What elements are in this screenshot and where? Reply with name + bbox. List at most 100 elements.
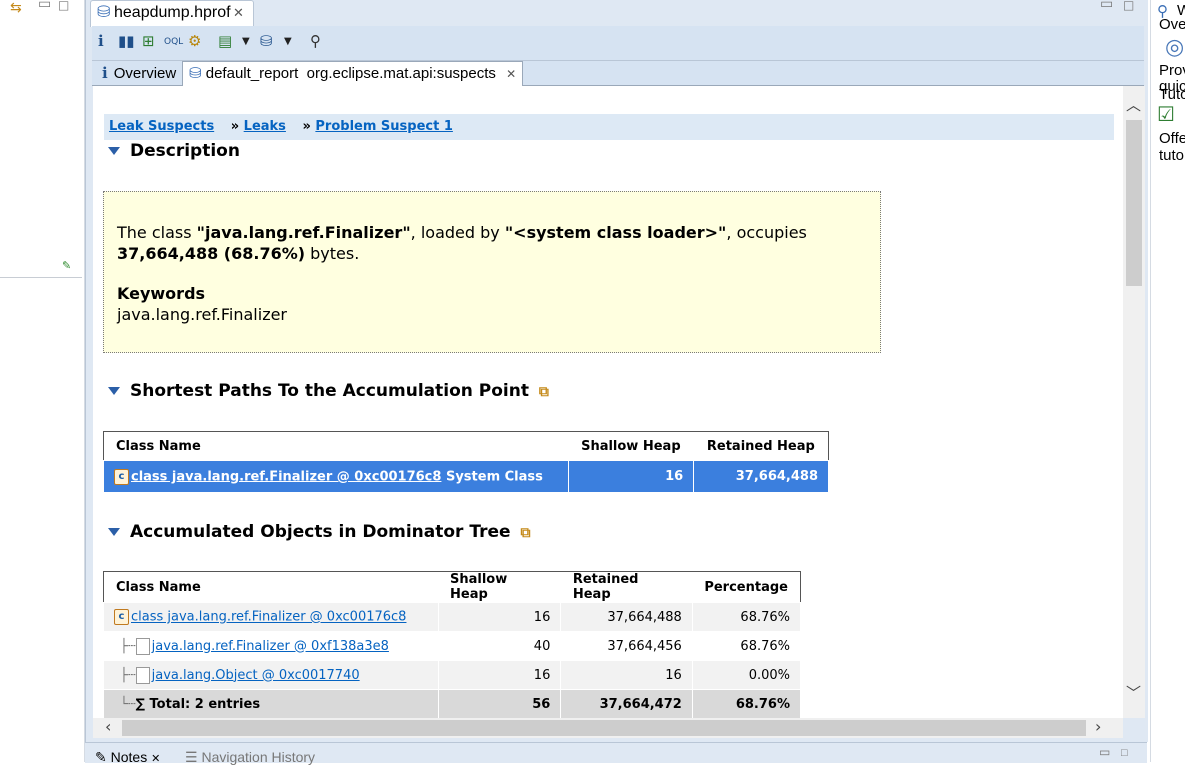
history-icon: ☰ bbox=[185, 749, 198, 765]
close-icon[interactable]: ✕ bbox=[506, 67, 516, 81]
horizontal-scroll-thumb[interactable] bbox=[122, 720, 1086, 736]
table-row[interactable]: c class java.lang.ref.Finalizer @ 0xc0017… bbox=[103, 460, 829, 493]
size-text: 37,664,488 (68.76%) bbox=[117, 244, 306, 263]
dominator-heading[interactable]: Accumulated Objects in Dominator Tree ⧉ bbox=[108, 522, 530, 542]
loaded-by-text: , loaded by bbox=[410, 223, 505, 242]
report-tabs: i Overview ⛁ default_report org.eclipse.m… bbox=[92, 61, 1144, 86]
editor-minimize-icon[interactable]: ▭ bbox=[1100, 0, 1113, 12]
close-icon[interactable]: ✕ bbox=[233, 1, 244, 25]
total-retained-cell: 37,664,472 bbox=[560, 689, 693, 718]
scroll-right-icon[interactable]: › bbox=[1095, 717, 1101, 736]
description-heading-label: Description bbox=[130, 141, 240, 161]
tab-overview[interactable]: i Overview bbox=[96, 61, 182, 85]
tree-connector: └┄ bbox=[120, 696, 136, 712]
column-header[interactable]: Shallow Heap bbox=[438, 572, 561, 603]
threads-icon[interactable]: ⚙ bbox=[188, 32, 201, 50]
bottom-view-tabs: ✎ Notes ✕ ☰ Navigation History ▭ □ bbox=[85, 742, 1147, 766]
dominator-table: Class Name Shallow Heap Retained Heap Pe… bbox=[103, 571, 801, 719]
histogram-icon[interactable]: ▮▮ bbox=[118, 32, 135, 50]
tab-default-report[interactable]: ⛁ default_report org.eclipse.mat.api:sus… bbox=[182, 61, 524, 86]
column-header[interactable]: Class Name bbox=[104, 572, 438, 603]
object-link[interactable]: class java.lang.ref.Finalizer @ 0xc00176… bbox=[131, 610, 406, 625]
keywords-heading: Keywords bbox=[117, 284, 206, 303]
breadcrumb: Leak Suspects » Leaks » Problem Suspect … bbox=[104, 114, 1114, 140]
sum-icon: ∑ bbox=[135, 696, 145, 712]
maximize-icon[interactable]: □ bbox=[1121, 747, 1128, 759]
info-icon[interactable]: i bbox=[98, 32, 104, 50]
open-in-view-icon[interactable]: ⧉ bbox=[520, 525, 530, 541]
tutorials-desc: tutor bbox=[1159, 147, 1185, 164]
tab-notes[interactable]: ✎ Notes ✕ bbox=[95, 749, 160, 766]
editor-tab-heapdump[interactable]: ⛁ heapdump.hprof ✕ bbox=[90, 0, 254, 27]
loader-text: "<system class loader>" bbox=[504, 223, 727, 242]
vertical-scroll-thumb[interactable] bbox=[1126, 120, 1142, 286]
object-icon bbox=[135, 666, 150, 684]
occupies-text: , occupies bbox=[726, 223, 807, 242]
scroll-left-icon[interactable]: ‹ bbox=[105, 717, 111, 736]
description-heading[interactable]: Description bbox=[108, 141, 240, 161]
total-shallow-cell: 56 bbox=[437, 689, 562, 718]
left-view-panel: ⇆ ▭ □ ✎ bbox=[0, 0, 85, 762]
column-header[interactable]: Shallow Heap bbox=[568, 432, 694, 461]
scroll-down-icon[interactable]: ﹀ bbox=[1126, 682, 1141, 703]
keywords-text: java.lang.ref.Finalizer bbox=[117, 305, 288, 324]
maximize-icon[interactable]: □ bbox=[58, 0, 69, 12]
query-browser-icon[interactable]: ⛁ bbox=[260, 32, 273, 50]
breadcrumb-problem-suspect[interactable]: Problem Suspect 1 bbox=[315, 119, 453, 134]
object-link[interactable]: java.lang.Object @ 0xc0017740 bbox=[152, 668, 360, 683]
description-box: The class "java.lang.ref.Finalizer", loa… bbox=[103, 191, 881, 353]
table-row[interactable]: ├┄ java.lang.ref.Finalizer @ 0xf138a3e8 4… bbox=[104, 631, 800, 661]
table-header-row: Class Name Shallow Heap Retained Heap bbox=[104, 432, 829, 461]
dominator-tree-icon[interactable]: ⊞ bbox=[142, 32, 155, 50]
close-icon[interactable]: ✕ bbox=[151, 753, 160, 765]
minimize-icon[interactable]: ▭ bbox=[1099, 745, 1110, 759]
object-link[interactable]: java.lang.ref.Finalizer @ 0xf138a3e8 bbox=[152, 639, 389, 654]
breadcrumb-leaks[interactable]: Leaks bbox=[244, 119, 286, 134]
class-name-cell: c class java.lang.ref.Finalizer @ 0xc0017… bbox=[103, 460, 569, 493]
chevron-down-icon[interactable]: ▼ bbox=[284, 36, 292, 47]
table-header-row: Class Name Shallow Heap Retained Heap Pe… bbox=[104, 572, 800, 603]
column-header[interactable]: Retained Heap bbox=[561, 572, 692, 603]
open-in-view-icon[interactable]: ⧉ bbox=[539, 384, 549, 400]
editor-maximize-icon[interactable]: □ bbox=[1123, 0, 1134, 12]
sync-icon[interactable]: ⇆ bbox=[10, 0, 22, 16]
column-header[interactable]: Retained Heap bbox=[694, 432, 829, 461]
class-name-cell: c class java.lang.ref.Finalizer @ 0xc0017… bbox=[104, 602, 439, 632]
tutorials-text: Tuto bbox=[1159, 86, 1185, 103]
breadcrumb-separator: » bbox=[230, 119, 240, 134]
collapse-triangle-icon[interactable] bbox=[108, 147, 120, 155]
chevron-down-icon[interactable]: ▼ bbox=[242, 36, 250, 47]
minimize-icon[interactable]: ▭ bbox=[38, 0, 51, 12]
scroll-up-icon[interactable]: ︿ bbox=[1126, 94, 1141, 115]
percentage-cell: 68.76% bbox=[691, 631, 800, 661]
retained-heap-cell: 37,664,488 bbox=[693, 460, 829, 493]
collapse-triangle-icon[interactable] bbox=[108, 387, 120, 395]
class-name-cell: ├┄ java.lang.ref.Finalizer @ 0xf138a3e8 bbox=[104, 631, 439, 661]
editor-tab-title: heapdump.hprof bbox=[114, 4, 231, 21]
breadcrumb-separator: » bbox=[302, 119, 311, 134]
checkbox-icon[interactable]: ☑ bbox=[1157, 102, 1175, 127]
oql-icon[interactable]: OQL bbox=[164, 37, 183, 47]
tree-connector: ├┄ bbox=[120, 638, 136, 654]
database-icon: ⛁ bbox=[97, 4, 111, 21]
search-icon[interactable]: ⚲ bbox=[310, 32, 321, 50]
column-header[interactable]: Percentage bbox=[692, 572, 800, 603]
total-percentage-cell: 68.76% bbox=[691, 689, 800, 718]
shallow-heap-cell: 16 bbox=[437, 660, 562, 690]
tab-overview-label: Overview bbox=[113, 65, 177, 82]
dominator-heading-label: Accumulated Objects in Dominator Tree bbox=[130, 522, 511, 542]
globe-icon[interactable]: ◎ bbox=[1165, 34, 1184, 60]
shortest-paths-heading[interactable]: Shortest Paths To the Accumulation Point… bbox=[108, 381, 549, 401]
breadcrumb-leak-suspects[interactable]: Leak Suspects bbox=[109, 119, 214, 134]
tab-navigation-history[interactable]: ☰ Navigation History bbox=[185, 749, 315, 766]
tab-notes-label: Notes bbox=[110, 749, 148, 765]
collapse-triangle-icon[interactable] bbox=[108, 528, 120, 536]
overview-text: Ove bbox=[1159, 16, 1185, 33]
reports-icon[interactable]: ▤ bbox=[218, 32, 232, 50]
table-row[interactable]: ├┄ java.lang.Object @ 0xc0017740 16 16 0.… bbox=[104, 660, 800, 690]
column-header[interactable]: Class Name bbox=[104, 432, 569, 461]
table-row[interactable]: c class java.lang.ref.Finalizer @ 0xc0017… bbox=[104, 602, 800, 632]
retained-heap-cell: 37,664,456 bbox=[560, 631, 693, 661]
shallow-heap-cell: 40 bbox=[437, 631, 562, 661]
class-link[interactable]: class java.lang.ref.Finalizer @ 0xc00176… bbox=[131, 469, 441, 484]
